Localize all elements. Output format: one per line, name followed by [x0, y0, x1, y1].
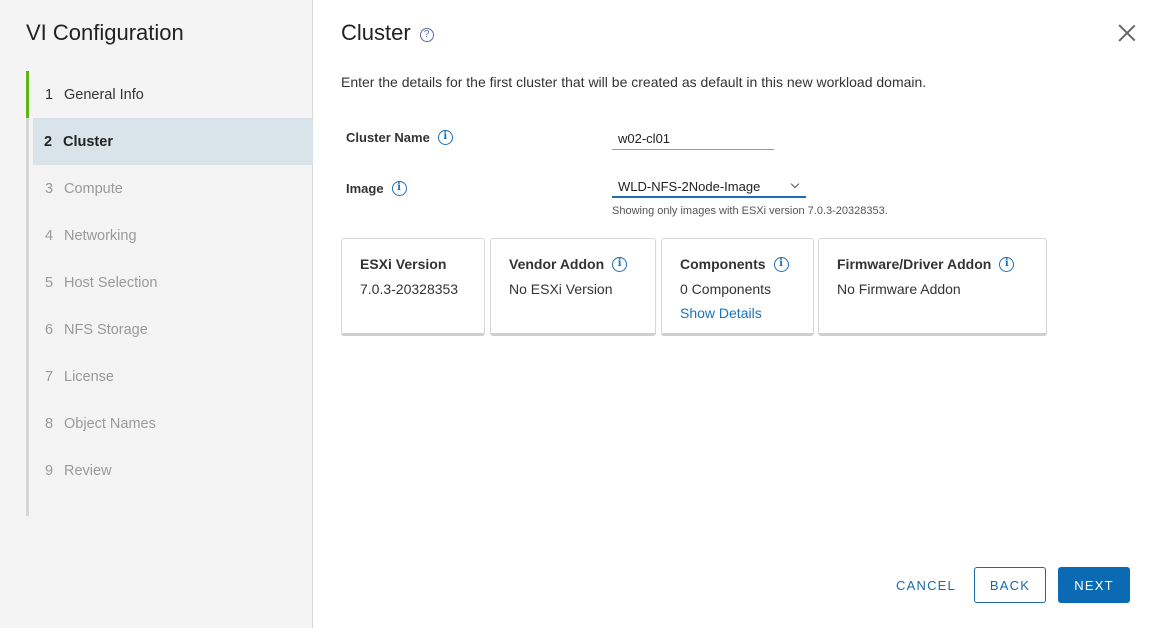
- step-networking: 4 Networking: [29, 212, 313, 259]
- cluster-name-label: Cluster Name i: [346, 130, 453, 145]
- help-icon[interactable]: ?: [419, 27, 434, 42]
- components-card: Components i 0 Components Show Details: [661, 238, 814, 336]
- info-icon[interactable]: i: [999, 256, 1015, 272]
- card-title: Firmware/Driver Addon i: [837, 256, 1028, 272]
- chevron-down-icon: [790, 179, 800, 189]
- step-license: 7 License: [29, 353, 313, 400]
- step-review: 9 Review: [29, 447, 313, 494]
- step-label: General Info: [64, 86, 144, 103]
- step-number: 3: [45, 180, 54, 197]
- step-general-info[interactable]: 1 General Info: [26, 71, 313, 118]
- image-helper-text: Showing only images with ESXi version 7.…: [612, 205, 888, 217]
- step-cluster[interactable]: 2 Cluster: [33, 118, 313, 165]
- step-label: Object Names: [64, 415, 156, 432]
- esxi-version-card: ESXi Version 7.0.3-20328353: [341, 238, 485, 336]
- image-label: Image i: [346, 181, 407, 196]
- back-button[interactable]: BACK: [974, 567, 1046, 603]
- cluster-name-label-text: Cluster Name: [346, 130, 430, 145]
- step-object-names: 8 Object Names: [29, 400, 313, 447]
- step-label: NFS Storage: [64, 321, 148, 338]
- step-number: 7: [45, 368, 54, 385]
- card-title-text: ESXi Version: [360, 256, 447, 272]
- step-number: 4: [45, 227, 54, 244]
- image-select-value: WLD-NFS-2Node-Image: [618, 178, 761, 194]
- step-number: 9: [45, 462, 54, 479]
- step-number: 5: [45, 274, 54, 291]
- wizard-title: VI Configuration: [26, 20, 184, 45]
- card-value: 7.0.3-20328353: [360, 281, 459, 297]
- image-select[interactable]: WLD-NFS-2Node-Image: [612, 176, 806, 198]
- firmware-addon-card: Firmware/Driver Addon i No Firmware Addo…: [818, 238, 1047, 336]
- cancel-button[interactable]: CANCEL: [888, 567, 964, 603]
- card-title: ESXi Version: [360, 256, 466, 272]
- image-label-text: Image: [346, 181, 384, 196]
- info-icon[interactable]: i: [391, 181, 407, 196]
- page-title: Cluster ?: [341, 20, 434, 46]
- card-title: Vendor Addon i: [509, 256, 637, 272]
- step-label: Cluster: [63, 133, 113, 150]
- card-value: No ESXi Version: [509, 281, 613, 297]
- card-title-text: Vendor Addon: [509, 256, 605, 272]
- card-value: No Firmware Addon: [837, 281, 961, 297]
- show-details-link[interactable]: Show Details: [680, 305, 795, 321]
- page-title-text: Cluster: [341, 20, 411, 45]
- step-number: 1: [45, 86, 54, 103]
- wizard-content: Cluster ? Enter the details for the firs…: [313, 0, 1152, 628]
- close-icon[interactable]: [1118, 24, 1136, 42]
- step-number: 2: [44, 133, 53, 150]
- info-icon[interactable]: i: [773, 256, 789, 272]
- step-label: License: [64, 368, 114, 385]
- step-label: Networking: [64, 227, 137, 244]
- step-number: 6: [45, 321, 54, 338]
- step-number: 8: [45, 415, 54, 432]
- wizard-steps: 1 General Info 2 Cluster 3 Compute 4 Net…: [26, 71, 313, 516]
- info-icon[interactable]: i: [437, 130, 453, 145]
- card-value: 0 Components: [680, 281, 772, 297]
- card-title: Components i: [680, 256, 795, 272]
- step-label: Compute: [64, 180, 123, 197]
- next-button[interactable]: NEXT: [1058, 567, 1130, 603]
- page-description: Enter the details for the first cluster …: [341, 74, 927, 90]
- wizard-sidebar: VI Configuration 1 General Info 2 Cluste…: [0, 0, 313, 628]
- steps-track-end: [29, 494, 313, 516]
- card-title-text: Firmware/Driver Addon: [837, 256, 992, 272]
- card-title-text: Components: [680, 256, 766, 272]
- step-nfs-storage: 6 NFS Storage: [29, 306, 313, 353]
- info-icon[interactable]: i: [612, 256, 628, 272]
- step-host-selection: 5 Host Selection: [29, 259, 313, 306]
- cluster-name-input[interactable]: [612, 128, 774, 150]
- step-label: Review: [64, 462, 112, 479]
- step-compute: 3 Compute: [29, 165, 313, 212]
- vendor-addon-card: Vendor Addon i No ESXi Version: [490, 238, 656, 336]
- step-label: Host Selection: [64, 274, 158, 291]
